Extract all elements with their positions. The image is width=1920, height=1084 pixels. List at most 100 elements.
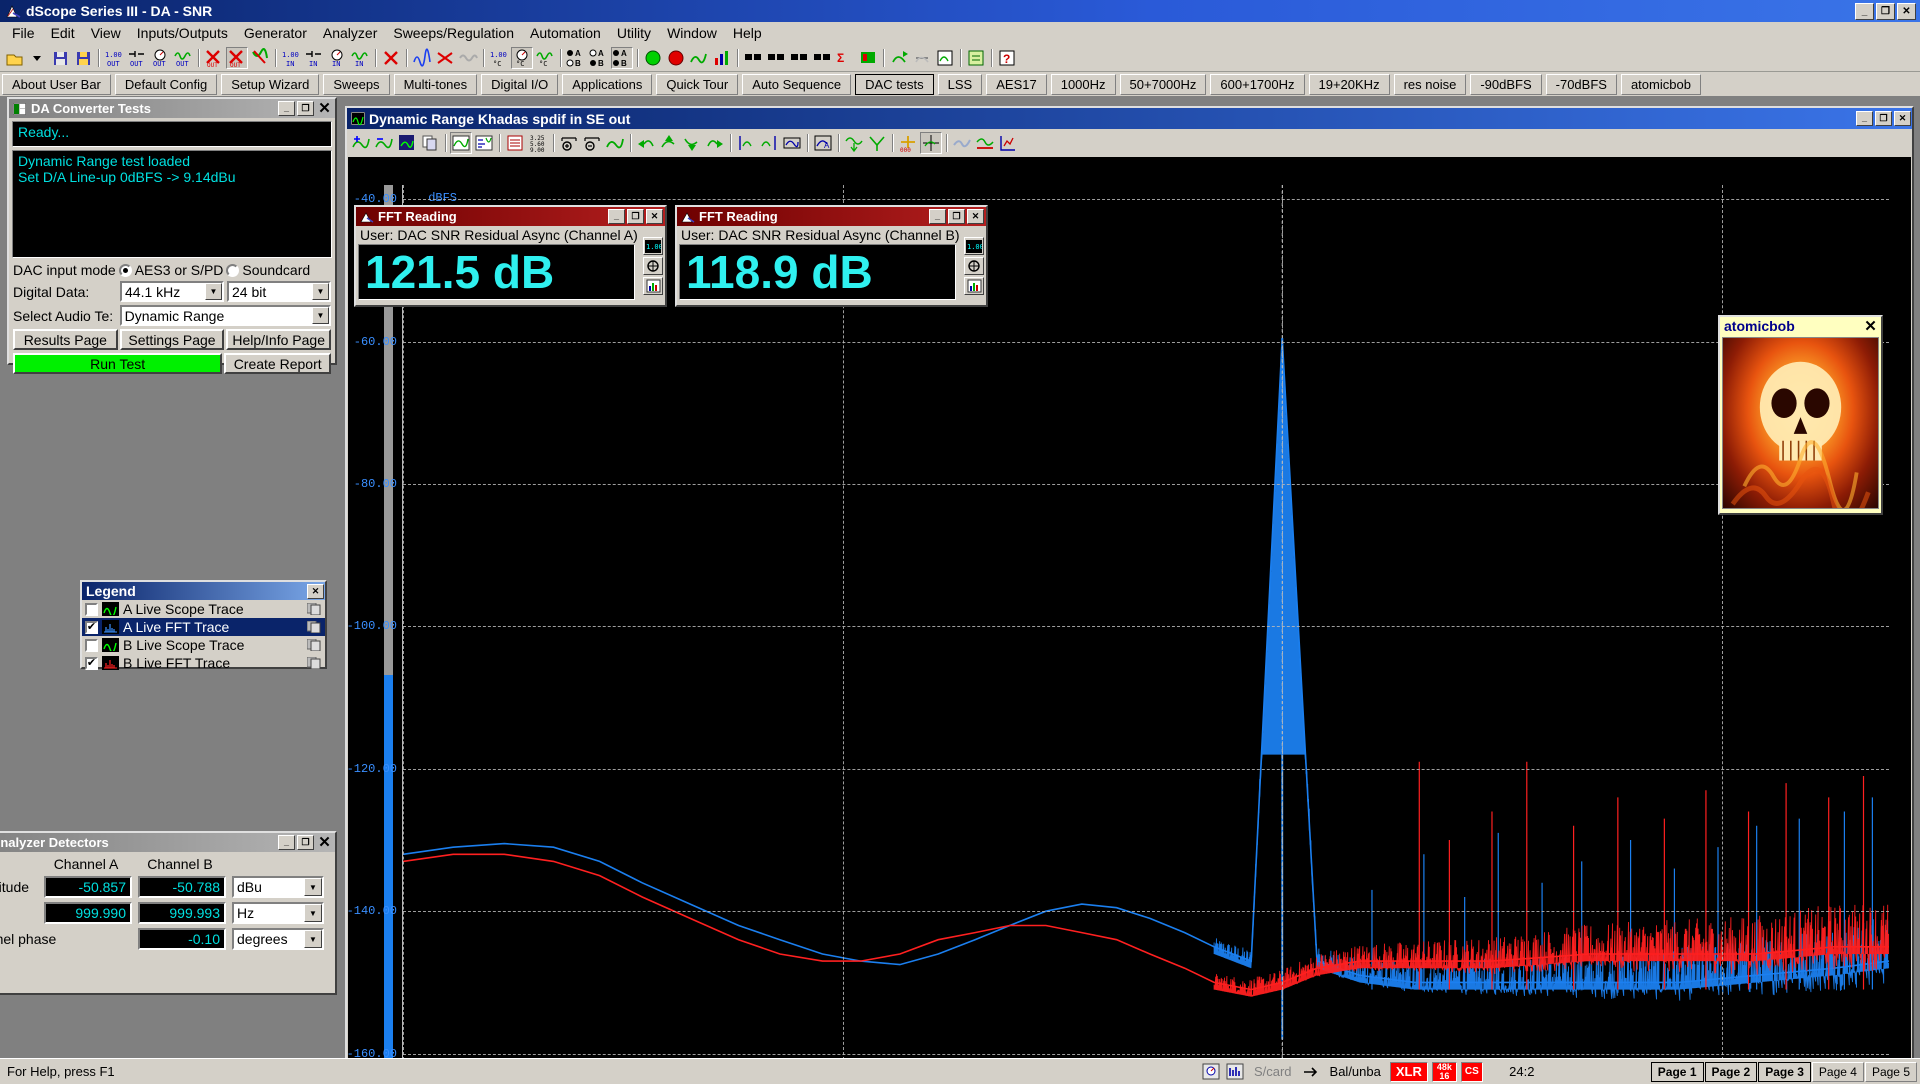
userbar-button-dac-tests[interactable]: DAC tests: [855, 73, 934, 95]
channel-ab-select-2-icon[interactable]: AB: [588, 47, 610, 69]
copy-graph-icon[interactable]: [419, 132, 441, 154]
create-report-button[interactable]: Create Report: [224, 353, 331, 374]
graph-table-icon[interactable]: [504, 132, 526, 154]
copy-trace-icon[interactable]: [306, 638, 322, 652]
close-button[interactable]: ✕: [1897, 2, 1916, 20]
userbar-button-res-noise[interactable]: res noise: [1393, 73, 1467, 95]
userbar-button-50-7000hz[interactable]: 50+7000Hz: [1119, 73, 1207, 95]
status-ok-led-icon[interactable]: [642, 47, 664, 69]
pan-right-icon[interactable]: [704, 132, 726, 154]
results-page-button[interactable]: Results Page: [13, 329, 118, 350]
channel-ab-select-3-icon[interactable]: AB: [611, 47, 633, 69]
graph-canvas[interactable]: dBFS -40.00 -60.00 -80.00 -100.00 -120.00 -14…: [347, 157, 1911, 1058]
audio-test-combo[interactable]: Dynamic Range ▼: [119, 305, 331, 326]
minimize-button[interactable]: _: [278, 101, 295, 116]
pan-up-icon[interactable]: [658, 132, 680, 154]
legend-row[interactable]: ✔ A Live FFT Trace: [82, 618, 325, 636]
show-graph-icon[interactable]: [450, 132, 472, 154]
numeric-units-icon[interactable]: 1.00: [643, 237, 663, 255]
close-icon[interactable]: ✕: [967, 209, 984, 224]
numeric-list-icon[interactable]: 3.25 5.60 9.00: [527, 132, 549, 154]
maximize-button[interactable]: ❐: [1875, 111, 1892, 126]
userbar-button-atomicbob[interactable]: atomicbob: [1620, 73, 1701, 95]
output-config-icon[interactable]: [249, 47, 271, 69]
regulation-icon[interactable]: [934, 47, 956, 69]
detector-value-b[interactable]: 999.993: [138, 902, 226, 924]
fft-trace-icon[interactable]: [411, 47, 433, 69]
analyzer-level-in-icon[interactable]: 1.00 IN: [280, 47, 302, 69]
legend-row[interactable]: ✔ B Live FFT Trace: [82, 654, 325, 672]
minimize-button[interactable]: _: [929, 209, 946, 224]
close-icon[interactable]: ✕: [316, 835, 333, 850]
userbar-button-600-1700hz[interactable]: 600+1700Hz: [1210, 73, 1305, 95]
run-sweep-icon[interactable]: [888, 47, 910, 69]
marker-down-icon[interactable]: [843, 132, 865, 154]
stop-sweep-icon[interactable]: [911, 47, 933, 69]
settings-page-button[interactable]: Settings Page: [119, 329, 225, 350]
chart-icon[interactable]: [964, 277, 984, 295]
menu-help[interactable]: Help: [725, 23, 770, 43]
userbar-button--90dbfs[interactable]: -90dBFS: [1470, 73, 1542, 95]
meter-panel-2-icon[interactable]: [765, 47, 787, 69]
generator-meter-out-icon[interactable]: OUT: [149, 47, 171, 69]
analyzer-meter-in-icon[interactable]: IN: [326, 47, 348, 69]
copy-trace-icon[interactable]: [306, 656, 322, 670]
detector-unit-combo[interactable]: degrees ▼: [232, 928, 324, 950]
close-icon[interactable]: ✕: [1894, 111, 1911, 126]
userbar-button-19-20khz[interactable]: 19+20KHz: [1308, 73, 1390, 95]
reference-line-icon[interactable]: [974, 132, 996, 154]
run-test-button[interactable]: Run Test: [13, 353, 223, 374]
userbar-button-1000hz[interactable]: 1000Hz: [1050, 73, 1116, 95]
userbar-button-lss[interactable]: LSS: [937, 73, 983, 95]
digital-waveform-icon[interactable]: °C: [534, 47, 556, 69]
userbar-button-aes17[interactable]: AES17: [986, 73, 1047, 95]
mute-out-a-icon[interactable]: OUT: [203, 47, 225, 69]
fft-cross-icon[interactable]: [434, 47, 456, 69]
menu-file[interactable]: File: [4, 23, 43, 43]
meter-panel-4-icon[interactable]: [811, 47, 833, 69]
userbar-button-applications[interactable]: Applications: [562, 73, 653, 95]
maximize-button[interactable]: ❐: [297, 101, 314, 116]
digital-meter-icon[interactable]: °C: [511, 47, 533, 69]
marker-peak-icon[interactable]: [866, 132, 888, 154]
page-tab-1[interactable]: Page 1: [1650, 1061, 1704, 1082]
close-icon[interactable]: ✕: [307, 583, 324, 599]
copy-trace-icon[interactable]: [306, 602, 322, 616]
detector-value-b[interactable]: -0.10: [138, 928, 226, 950]
detector-unit-combo[interactable]: dBu ▼: [232, 876, 324, 898]
zoom-out-icon[interactable]: [581, 132, 603, 154]
userbar-button--70dbfs[interactable]: -70dBFS: [1545, 73, 1617, 95]
detector-value-a[interactable]: -50.857: [44, 876, 132, 898]
remove-trace-icon[interactable]: [373, 132, 395, 154]
close-icon[interactable]: ✕: [646, 209, 663, 224]
sigma-meter-icon[interactable]: Σ: [834, 47, 856, 69]
generator-waveform-out-icon[interactable]: OUT: [172, 47, 194, 69]
analyzer-freq-in-icon[interactable]: IN: [303, 47, 325, 69]
menu-automation[interactable]: Automation: [522, 23, 609, 43]
legend-checkbox[interactable]: ✔: [85, 620, 98, 634]
legend-checkbox[interactable]: ✔: [85, 656, 98, 670]
menu-inputs-outputs[interactable]: Inputs/Outputs: [129, 23, 236, 43]
userbar-button-auto-sequence[interactable]: Auto Sequence: [742, 73, 852, 95]
graph-trace-icon[interactable]: [688, 47, 710, 69]
cursor-right-icon[interactable]: [758, 132, 780, 154]
analyzer-status-icon[interactable]: [1201, 1063, 1221, 1081]
cursor-left-icon[interactable]: [735, 132, 757, 154]
menu-generator[interactable]: Generator: [236, 23, 315, 43]
pan-left-icon[interactable]: [635, 132, 657, 154]
sweep-trace-icon[interactable]: [457, 47, 479, 69]
open-dropdown-icon[interactable]: [26, 47, 48, 69]
userbar-button-sweeps[interactable]: Sweeps: [323, 73, 390, 95]
legend-row[interactable]: B Live Scope Trace: [82, 636, 325, 654]
menu-utility[interactable]: Utility: [609, 23, 659, 43]
page-tab-4[interactable]: Page 4: [1811, 1061, 1864, 1082]
radio-soundcard[interactable]: [226, 263, 240, 277]
menu-analyzer[interactable]: Analyzer: [315, 23, 385, 43]
page-tab-3[interactable]: Page 3: [1758, 1061, 1811, 1082]
minimize-button[interactable]: _: [608, 209, 625, 224]
radio-aes3-spdif[interactable]: [118, 263, 132, 277]
minimize-button[interactable]: _: [1855, 2, 1874, 20]
clear-input-icon[interactable]: [380, 47, 402, 69]
page-tab-5[interactable]: Page 5: [1864, 1061, 1917, 1082]
graph-settings-icon[interactable]: [473, 132, 495, 154]
